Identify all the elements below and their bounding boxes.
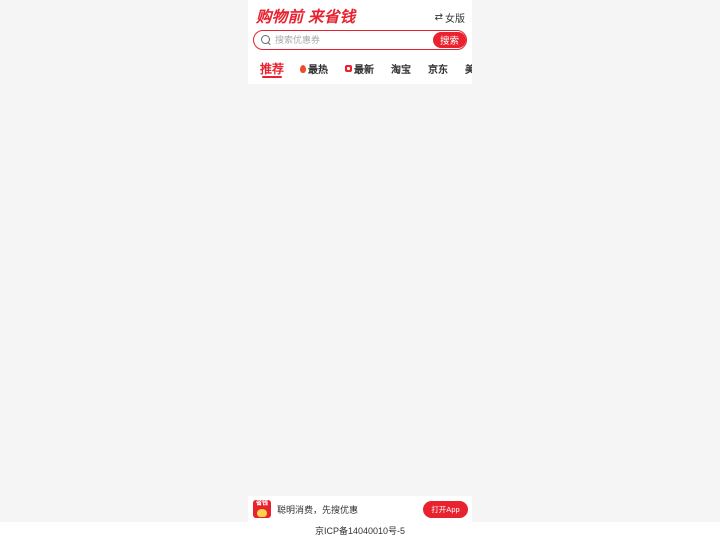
tab-newest[interactable]: 最新 xyxy=(345,58,374,76)
tab-label: 美妆 xyxy=(465,65,472,76)
app-download-banner: 省钱 聪明消费，先搜优惠 打开App xyxy=(248,496,472,522)
swap-icon: ⇄ xyxy=(434,12,443,23)
gender-switch-label: 女版 xyxy=(445,14,465,25)
search-bar[interactable]: 搜索 xyxy=(253,30,467,50)
category-tabs: 推荐 最热 最新 淘宝 京东 美妆 xyxy=(248,58,472,82)
app-logo-text: 省钱 xyxy=(255,501,268,507)
brand-logo[interactable]: 购物前 来省钱 xyxy=(256,5,355,27)
header: 购物前 来省钱 ⇄ 女版 搜索 推荐 最热 最新 淘宝 xyxy=(248,0,472,84)
icp-footer[interactable]: 京ICP备14040010号-5 xyxy=(0,522,720,540)
mobile-page: 购物前 来省钱 ⇄ 女版 搜索 推荐 最热 最新 淘宝 xyxy=(248,0,472,522)
tab-taobao[interactable]: 淘宝 xyxy=(391,58,411,76)
tab-hottest[interactable]: 最热 xyxy=(300,58,328,76)
mascot-icon xyxy=(257,509,267,517)
new-icon xyxy=(345,65,353,72)
app-logo: 省钱 xyxy=(253,500,271,518)
gender-switch-button[interactable]: ⇄ 女版 xyxy=(435,10,465,25)
tab-label: 京东 xyxy=(428,65,449,76)
tab-label: 淘宝 xyxy=(391,65,412,76)
tab-label: 最新 xyxy=(354,65,375,76)
tab-recommend[interactable]: 推荐 xyxy=(260,58,285,78)
tab-label: 推荐 xyxy=(260,62,285,76)
search-icon xyxy=(261,35,271,45)
tab-beauty[interactable]: 美妆 xyxy=(465,58,472,76)
tab-label: 最热 xyxy=(308,65,329,76)
tab-jd[interactable]: 京东 xyxy=(428,58,448,76)
open-app-button[interactable]: 打开App xyxy=(423,500,468,518)
search-button[interactable]: 搜索 xyxy=(433,31,466,48)
app-slogan: 聪明消费，先搜优惠 xyxy=(277,504,359,515)
flame-icon xyxy=(300,64,307,73)
